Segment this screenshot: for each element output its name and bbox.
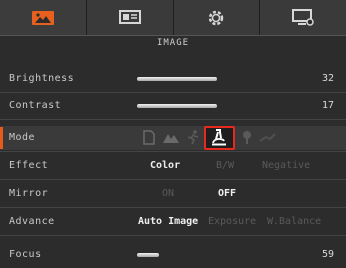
presentation-icon — [118, 9, 141, 24]
effect-row[interactable]: Effect Color B/W Negative — [0, 154, 346, 178]
infinity-icon[interactable] — [258, 128, 276, 146]
effect-option-color[interactable]: Color — [150, 160, 180, 171]
contrast-slider[interactable] — [137, 104, 217, 108]
mode-label: Mode — [9, 132, 36, 143]
advance-option-auto-image[interactable]: Auto Image — [138, 216, 198, 227]
tab-settings[interactable] — [174, 0, 261, 35]
brightness-label: Brightness — [9, 73, 75, 84]
contrast-row[interactable]: Contrast 17 — [0, 94, 346, 118]
sports-icon[interactable] — [184, 128, 202, 146]
effect-label: Effect — [9, 160, 49, 171]
document-icon[interactable] — [140, 128, 158, 146]
image-icon — [31, 10, 54, 25]
contrast-label: Contrast — [9, 100, 62, 111]
focus-value: 59 — [321, 249, 334, 260]
tab-bar — [0, 0, 346, 36]
effect-option-negative[interactable]: Negative — [262, 160, 310, 171]
mirror-label: Mirror — [9, 188, 49, 199]
advance-label: Advance — [9, 216, 55, 227]
selection-marker — [0, 127, 3, 149]
image-settings-screen: IMAGE Brightness 32 Contrast 17 Mode Eff… — [0, 0, 346, 268]
effect-option-bw[interactable]: B/W — [216, 160, 234, 171]
mirror-row[interactable]: Mirror ON OFF — [0, 182, 346, 206]
brightness-row[interactable]: Brightness 32 — [0, 67, 346, 91]
tab-system[interactable] — [260, 0, 346, 35]
gear-icon — [209, 10, 224, 25]
mirror-option-off[interactable]: OFF — [218, 188, 236, 199]
focus-row[interactable]: Focus 59 — [0, 243, 346, 267]
advance-row[interactable]: Advance Auto Image Exposure W.Balance — [0, 210, 346, 234]
advance-option-exposure[interactable]: Exposure — [208, 216, 256, 227]
advance-option-white-balance[interactable]: W.Balance — [267, 216, 321, 227]
tab-presentation[interactable] — [87, 0, 174, 35]
microscope-icon[interactable] — [210, 128, 228, 146]
brightness-value: 32 — [321, 73, 334, 84]
tab-image[interactable] — [0, 0, 87, 35]
brightness-slider[interactable] — [137, 77, 217, 81]
landscape-icon[interactable] — [162, 128, 180, 146]
macro-icon[interactable] — [238, 128, 256, 146]
focus-slider[interactable] — [137, 253, 159, 257]
section-title: IMAGE — [156, 38, 190, 48]
monitor-settings-icon — [292, 9, 314, 26]
focus-label: Focus — [9, 249, 42, 260]
mirror-option-on[interactable]: ON — [162, 188, 174, 199]
mode-row[interactable]: Mode — [0, 126, 346, 150]
contrast-value: 17 — [321, 100, 334, 111]
